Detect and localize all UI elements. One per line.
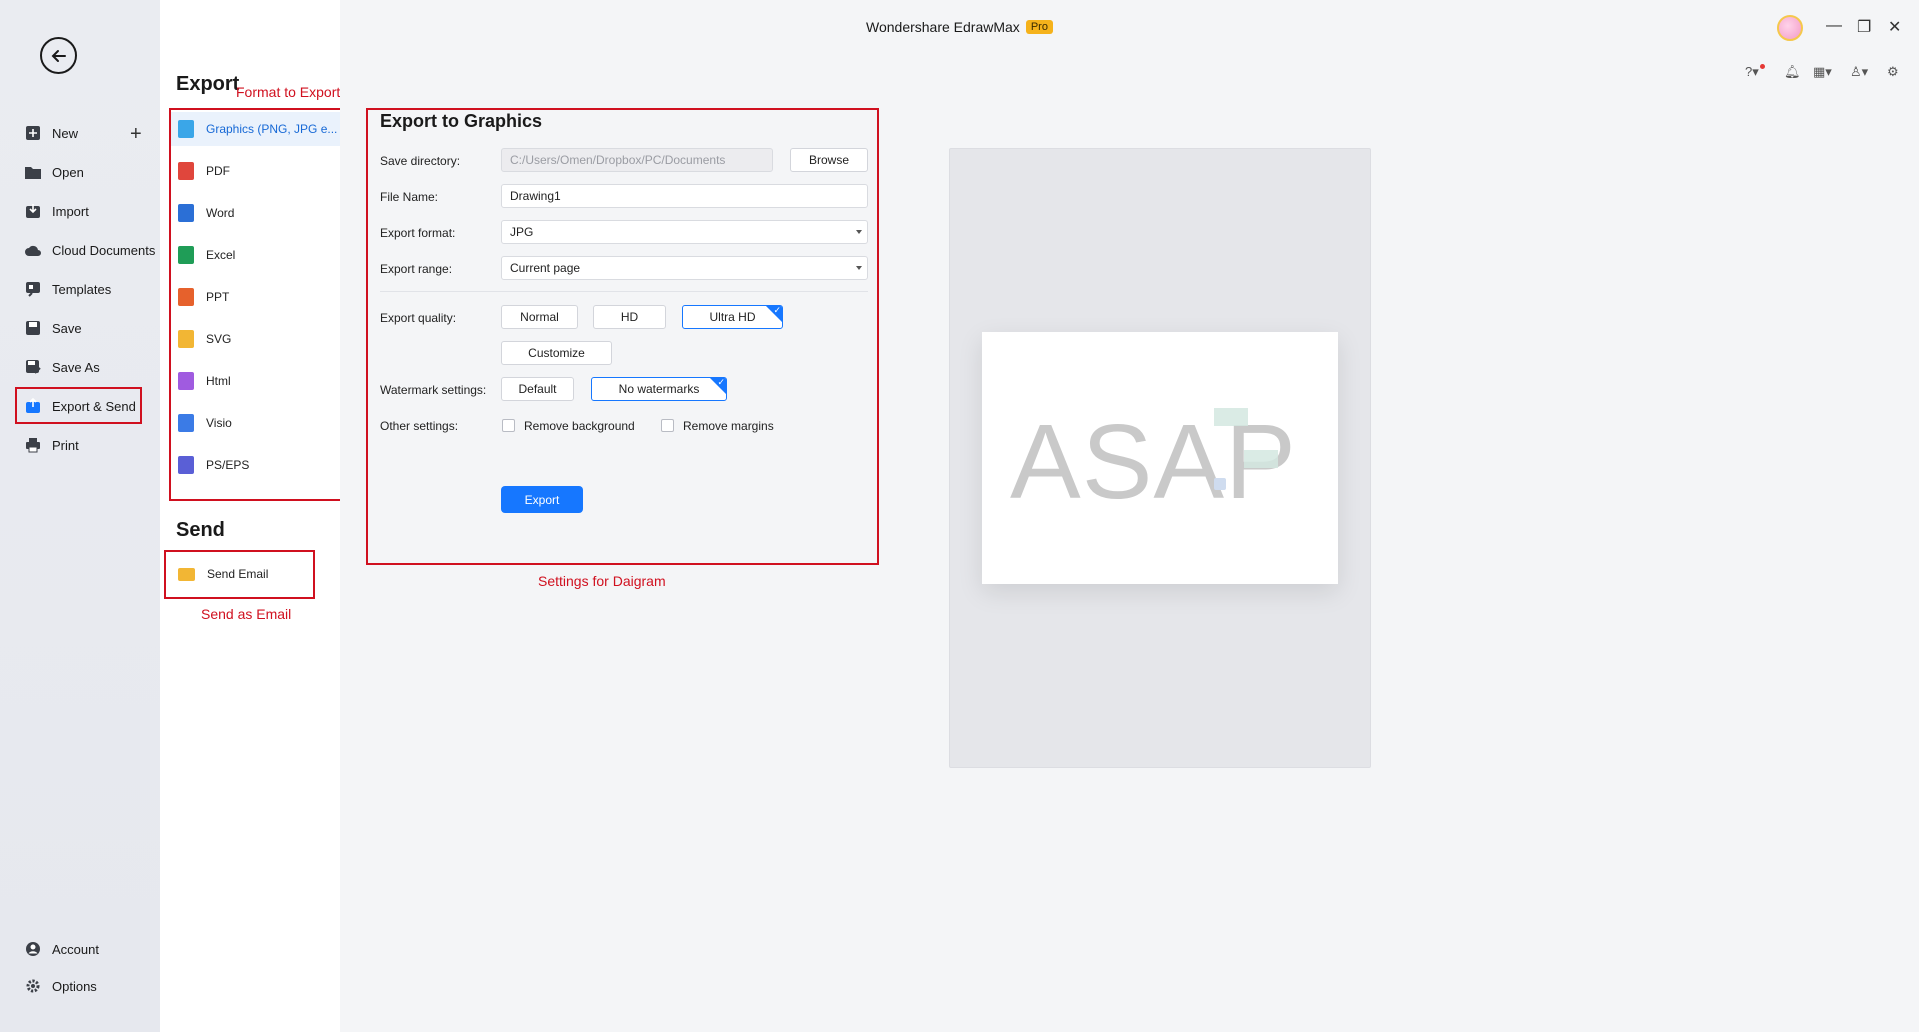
watermark-default-button[interactable]: Default bbox=[501, 377, 574, 401]
quality-ultra-hd-label: Ultra HD bbox=[709, 310, 756, 324]
save-directory-label: Save directory: bbox=[380, 154, 461, 168]
chevron-down-icon bbox=[856, 230, 862, 234]
export-range-label: Export range: bbox=[380, 262, 453, 276]
import-icon bbox=[24, 202, 42, 220]
export-button[interactable]: Export bbox=[501, 486, 583, 513]
save-as-icon bbox=[24, 358, 42, 376]
watermark-none-label: No watermarks bbox=[618, 382, 700, 396]
user-icon bbox=[24, 940, 42, 958]
preview-shape bbox=[1244, 450, 1278, 468]
rail-label: Save As bbox=[52, 359, 100, 375]
export-format-value: JPG bbox=[510, 225, 534, 239]
add-icon[interactable]: + bbox=[130, 123, 142, 146]
chevron-down-icon bbox=[856, 266, 862, 270]
other-settings-label: Other settings: bbox=[380, 419, 459, 433]
quality-normal-button[interactable]: Normal bbox=[501, 305, 578, 329]
templates-icon bbox=[24, 280, 42, 298]
rail-label: Open bbox=[52, 164, 84, 180]
rail-item-save-as[interactable]: Save As bbox=[24, 354, 100, 380]
rail-label: New bbox=[52, 125, 79, 141]
plus-square-icon bbox=[24, 124, 42, 142]
rail-item-options[interactable]: Options bbox=[24, 973, 97, 999]
rail-item-account[interactable]: Account bbox=[24, 936, 99, 962]
rail-item-print[interactable]: Print bbox=[24, 432, 79, 458]
watermark-label: Watermark settings: bbox=[380, 383, 487, 397]
rail-label: Options bbox=[52, 978, 97, 994]
pro-badge: Pro bbox=[1025, 20, 1053, 34]
quality-ultra-hd-button[interactable]: Ultra HD ✓ bbox=[682, 305, 783, 329]
export-format-select[interactable]: JPG bbox=[501, 220, 868, 244]
remove-margins-label: Remove margins bbox=[683, 419, 774, 433]
save-icon bbox=[24, 319, 42, 337]
rail-item-cloud-documents[interactable]: Cloud Documents bbox=[24, 237, 155, 263]
rail-item-save[interactable]: Save bbox=[24, 315, 82, 341]
settings-gear-icon[interactable]: ⚙ bbox=[1887, 64, 1899, 80]
help-icon[interactable]: ?▾ bbox=[1745, 64, 1759, 80]
annotation-send: Send as Email bbox=[201, 606, 292, 622]
app-title: Wondershare EdrawMax bbox=[866, 19, 1020, 35]
send-email-highlight bbox=[164, 550, 315, 599]
gear-icon bbox=[24, 977, 42, 995]
file-name-input[interactable]: Drawing1 bbox=[501, 184, 868, 208]
rail-label: Account bbox=[52, 941, 99, 957]
shirt-icon[interactable]: ♙▾ bbox=[1850, 64, 1868, 80]
quality-hd-button[interactable]: HD bbox=[593, 305, 666, 329]
restore-icon[interactable]: ❐ bbox=[1857, 17, 1871, 37]
rail-item-import[interactable]: Import bbox=[24, 198, 89, 224]
notification-dot bbox=[1760, 64, 1765, 69]
avatar[interactable] bbox=[1777, 15, 1803, 41]
browse-button[interactable]: Browse bbox=[790, 148, 868, 172]
export-send-highlight bbox=[15, 387, 142, 424]
check-icon: ✓ bbox=[773, 305, 781, 315]
preview-shape bbox=[1214, 478, 1226, 490]
printer-icon bbox=[24, 436, 42, 454]
annotation-format: Format to Export in bbox=[236, 84, 356, 100]
apps-grid-icon[interactable]: ▦▾ bbox=[1813, 64, 1832, 80]
send-section-title: Send bbox=[176, 519, 225, 541]
remove-margins-checkbox[interactable] bbox=[661, 419, 674, 432]
back-button[interactable] bbox=[40, 37, 77, 74]
bell-icon[interactable]: 🔔︎ bbox=[1784, 64, 1801, 80]
left-rail: New + Open Import Cloud Documents Templa… bbox=[0, 0, 160, 1032]
folder-icon bbox=[24, 163, 42, 181]
rail-item-new[interactable]: New bbox=[24, 120, 78, 146]
check-icon: ✓ bbox=[717, 377, 725, 387]
rail-label: Import bbox=[52, 203, 89, 219]
settings-highlight bbox=[366, 108, 879, 565]
save-directory-field: C:/Users/Omen/Dropbox/PC/Documents bbox=[501, 148, 773, 172]
export-format-label: Export format: bbox=[380, 226, 456, 240]
minimize-icon[interactable]: — bbox=[1826, 17, 1842, 35]
preview-shape bbox=[1214, 408, 1248, 426]
arrow-left-icon bbox=[51, 49, 66, 62]
remove-background-label: Remove background bbox=[524, 419, 635, 433]
cloud-icon bbox=[24, 241, 42, 259]
annotation-settings: Settings for Daigram bbox=[538, 573, 666, 589]
watermark-none-button[interactable]: No watermarks ✓ bbox=[591, 377, 727, 401]
export-section-title: Export bbox=[176, 73, 240, 95]
close-icon[interactable]: ✕ bbox=[1888, 17, 1901, 37]
export-range-value: Current page bbox=[510, 261, 581, 275]
export-range-select[interactable]: Current page bbox=[501, 256, 868, 280]
remove-background-checkbox[interactable] bbox=[502, 419, 515, 432]
customize-button[interactable]: Customize bbox=[501, 341, 612, 365]
export-quality-label: Export quality: bbox=[380, 311, 457, 325]
rail-item-open[interactable]: Open bbox=[24, 159, 84, 185]
window-title: Wondershare EdrawMax Pro bbox=[866, 19, 1053, 35]
divider bbox=[380, 291, 868, 292]
settings-title: Export to Graphics bbox=[380, 111, 543, 131]
rail-label: Cloud Documents bbox=[52, 242, 156, 258]
rail-label: Templates bbox=[52, 281, 112, 297]
format-list-highlight bbox=[169, 108, 342, 501]
preview-canvas: ASAP bbox=[982, 332, 1338, 584]
rail-item-templates[interactable]: Templates bbox=[24, 276, 111, 302]
file-name-label: File Name: bbox=[380, 190, 439, 204]
rail-label: Print bbox=[52, 437, 79, 453]
rail-label: Save bbox=[52, 320, 82, 336]
